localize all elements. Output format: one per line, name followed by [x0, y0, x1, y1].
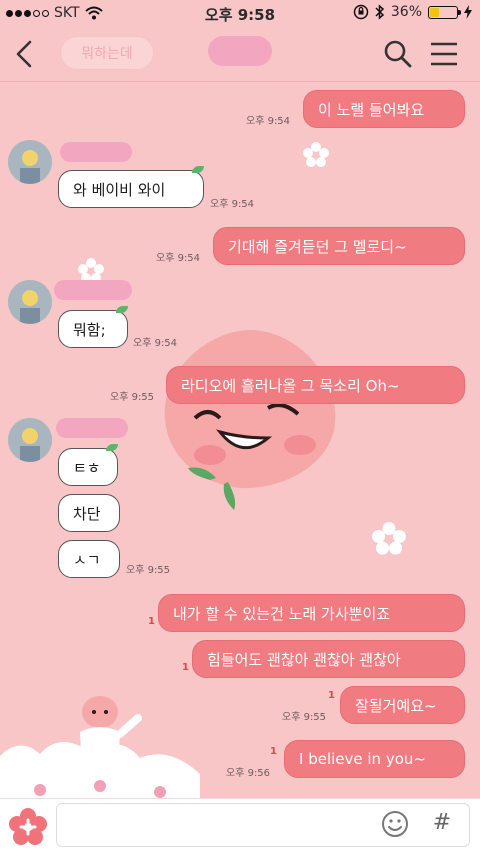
- search-icon[interactable]: [382, 38, 414, 70]
- message-text: ㅌㅎ: [73, 458, 101, 477]
- my-message-bubble[interactable]: 기대해 즐겨듣던 그 멜로디~: [213, 227, 465, 265]
- my-message-bubble[interactable]: 잘될거예요~: [340, 686, 465, 724]
- chat-area[interactable]: 오후 9:54 이 노랠 들어봐요 와 베이비 와이 오후 9:54 오후 9:…: [0, 82, 480, 798]
- chat-title-pill[interactable]: 뭐하는데: [60, 36, 154, 70]
- friend-message-bubble[interactable]: 와 베이비 와이: [58, 170, 204, 208]
- emoji-icon[interactable]: [380, 809, 410, 839]
- message-text: 힘들어도 괜찮아 괜찮아 괜찮아: [207, 650, 401, 669]
- message-time: 오후 9:54: [246, 116, 291, 127]
- flower-decoration-icon: [303, 142, 329, 167]
- message-time: 오후 9:55: [126, 565, 171, 576]
- chat-header: 뭐하는데: [0, 28, 480, 82]
- my-message-bubble[interactable]: 이 노랠 들어봐요: [303, 90, 465, 128]
- message-text: 내가 할 수 있는건 노래 가사뿐이죠: [173, 604, 391, 623]
- censored-friend-name: [60, 142, 132, 162]
- message-text: 차단: [73, 504, 101, 523]
- peach-wallpaper-icon: [164, 330, 336, 510]
- battery-icon: [428, 5, 461, 19]
- charging-bolt-icon: [464, 5, 472, 19]
- censored-name-blob: [208, 36, 272, 66]
- avatar[interactable]: [8, 418, 52, 462]
- leaf-decoration-icon: [192, 166, 204, 173]
- flower-decoration-icon: [372, 522, 406, 555]
- message-text: 라디오에 흘러나올 그 목소리 Oh~: [181, 376, 400, 395]
- message-time: 오후 9:55: [282, 712, 327, 723]
- unread-count: 1: [328, 690, 335, 701]
- avatar[interactable]: [8, 280, 52, 324]
- message-text: 이 노랠 들어봐요: [318, 100, 425, 119]
- my-message-bubble[interactable]: 라디오에 흘러나올 그 목소리 Oh~: [166, 366, 465, 404]
- friend-message-bubble[interactable]: ㅅㄱ: [58, 540, 120, 578]
- censored-friend-name: [54, 280, 132, 300]
- leaf-decoration-icon: [116, 306, 128, 313]
- unread-count: 1: [182, 662, 189, 673]
- unread-count: 1: [148, 616, 155, 627]
- bluetooth-icon: [375, 4, 384, 20]
- message-text: I believe in you~: [299, 750, 426, 768]
- friend-message-bubble[interactable]: 뭐함;: [58, 310, 128, 348]
- friend-message-bubble[interactable]: ㅌㅎ: [58, 448, 118, 486]
- avatar[interactable]: [8, 140, 52, 184]
- friend-message-bubble[interactable]: 차단: [58, 494, 120, 532]
- message-text: 기대해 즐겨듣던 그 멜로디~: [228, 237, 407, 256]
- status-right: 36%: [353, 4, 472, 20]
- message-text: 와 베이비 와이: [73, 180, 166, 199]
- plus-flower-icon[interactable]: [8, 807, 48, 847]
- message-text: ㅅㄱ: [73, 550, 101, 569]
- back-arrow-icon[interactable]: [10, 36, 40, 72]
- my-message-bubble[interactable]: 내가 할 수 있는건 노래 가사뿐이죠: [158, 594, 465, 632]
- message-text: 잘될거예요~: [355, 696, 437, 715]
- my-message-bubble[interactable]: 힘들어도 괜찮아 괜찮아 괜찮아: [192, 640, 465, 678]
- peach-character-icon: [80, 696, 142, 776]
- unread-count: 1: [270, 746, 277, 757]
- message-time: 오후 9:54: [210, 199, 255, 210]
- censored-friend-name: [56, 418, 128, 438]
- input-bar: #: [0, 798, 480, 854]
- message-time: 오후 9:54: [156, 253, 201, 264]
- battery-percent: 36%: [390, 4, 422, 20]
- orientation-lock-icon: [353, 4, 369, 20]
- menu-icon[interactable]: [428, 40, 460, 68]
- message-time: 오후 9:55: [110, 392, 155, 403]
- battery-fill: [430, 7, 439, 17]
- leaf-decoration-icon: [106, 444, 118, 451]
- message-time: 오후 9:54: [133, 338, 178, 349]
- message-text: 뭐함;: [73, 320, 106, 339]
- status-bar: SKT 오후 9:58 36%: [0, 0, 480, 28]
- my-message-bubble[interactable]: I believe in you~: [284, 740, 465, 778]
- hash-icon[interactable]: #: [428, 807, 456, 839]
- message-time: 오후 9:56: [226, 768, 271, 779]
